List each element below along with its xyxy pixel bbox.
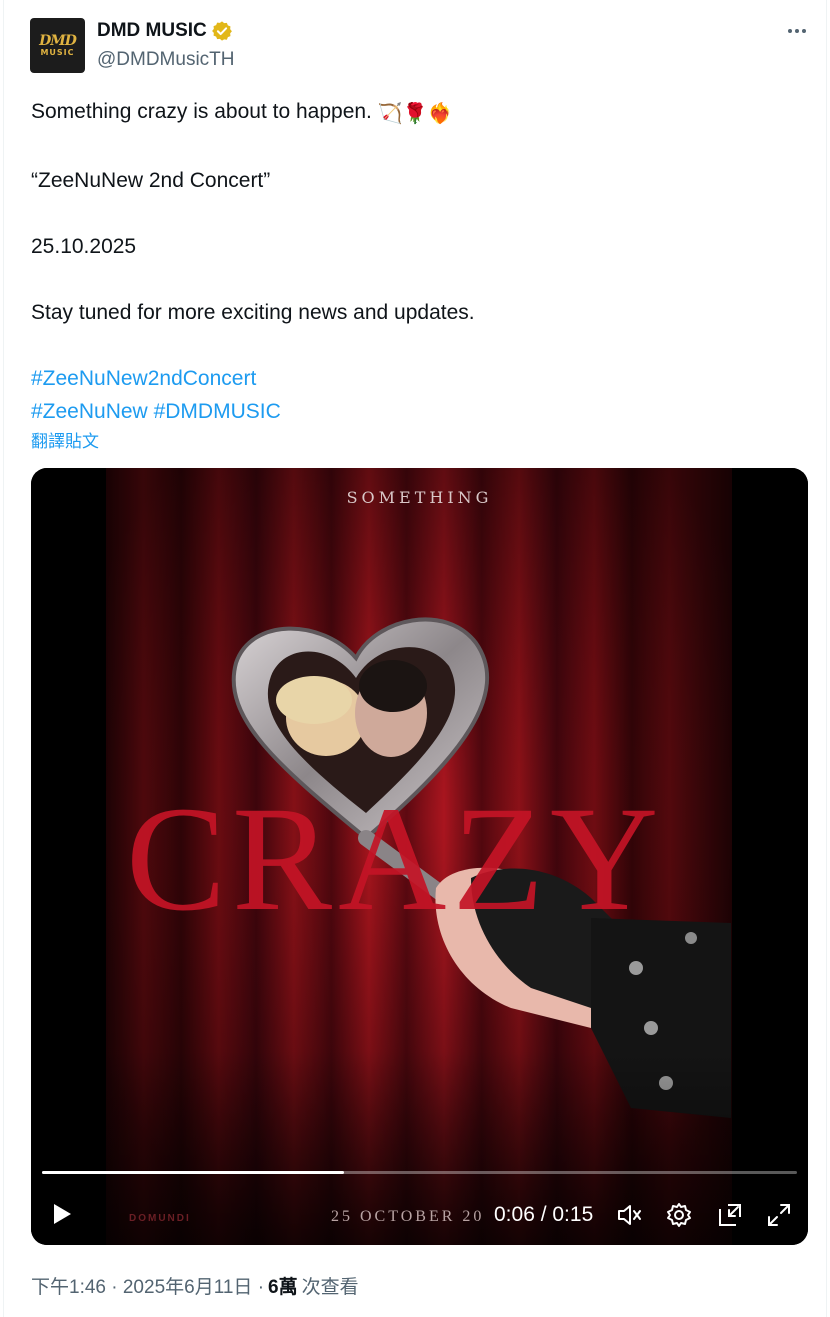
tweet-line-1-text: Something crazy is about to happen. [31,100,372,123]
views-label: 次查看 [301,1277,359,1298]
display-name[interactable]: DMD MUSIC [97,20,207,42]
hashtag-link[interactable]: #ZeeNuNew2ndConcert [31,367,256,390]
play-icon[interactable] [47,1200,75,1228]
poster-top-text: SOMETHING [346,488,493,507]
timestamp-link[interactable]: 下午1:46 · 2025年6月11日 · [31,1272,264,1299]
handle[interactable]: @DMDMusicTH [97,49,235,71]
poster-date: 25 OCTOBER 20 [331,1208,485,1225]
hashtag-link[interactable]: #ZeeNuNew [31,400,148,423]
tweet-line-3: 25.10.2025 [31,235,137,258]
picture-in-picture-icon[interactable] [716,1201,744,1229]
tweet-meta: 下午1:46 · 2025年6月11日 · 6萬 次查看 [31,1272,359,1299]
tweet-card: DMD MUSIC DMD MUSIC @DMDMusicTH Somethin… [3,0,827,1317]
avatar-logo-sub: MUSIC [40,48,75,57]
heart-on-fire-emoji: ❤️‍🔥 [427,103,453,125]
tweet-text: Something crazy is about to happen. 🏹🌹❤️… [31,95,801,428]
hashtag-link[interactable]: #DMDMUSIC [154,400,281,423]
video-progress-bar[interactable] [42,1171,797,1174]
dot [795,29,799,33]
avatar[interactable]: DMD MUSIC [30,18,85,73]
video-progress-fill [42,1171,344,1174]
bow-and-arrow-emoji: 🏹 [377,103,403,125]
poster-brand: DOMUNDI [129,1213,191,1224]
volume-icon[interactable] [615,1201,643,1229]
rose-emoji: 🌹 [402,103,428,125]
views-count: 6萬 [268,1277,298,1298]
fullscreen-icon[interactable] [765,1201,793,1229]
tweet-line-2: “ZeeNuNew 2nd Concert” [31,169,271,192]
video-time: 0:06 / 0:15 [494,1203,594,1226]
dot [802,29,806,33]
tweet-line-4: Stay tuned for more exciting news and up… [31,301,475,324]
poster-title: CRAZY [126,776,665,942]
gear-icon[interactable] [665,1201,693,1229]
tweet-line-1: Something crazy is about to happen. 🏹🌹❤️… [31,95,801,131]
dot [788,29,792,33]
avatar-logo: DMD [39,33,77,49]
name-row: DMD MUSIC [97,20,233,42]
translate-post-link[interactable]: 翻譯貼文 [31,427,99,452]
verified-badge-icon [211,21,232,41]
more-options-icon[interactable] [784,18,810,44]
video-player[interactable]: SOMETHING CRAZY DOMUNDI 25 OCTOBER 20 0:… [31,468,808,1245]
